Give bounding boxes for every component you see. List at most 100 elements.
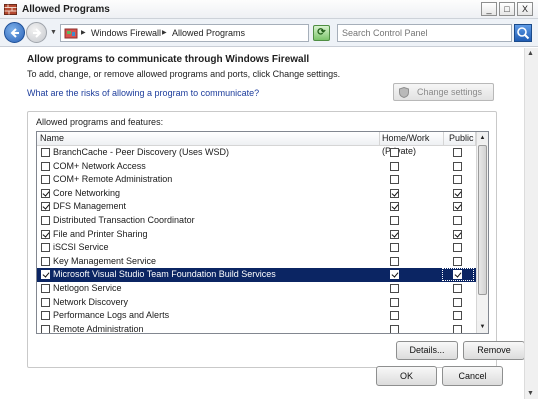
program-name: Performance Logs and Alerts: [53, 310, 170, 321]
main-content: Allow programs to communicate through Wi…: [0, 48, 525, 399]
table-row[interactable]: Distributed Transaction Coordinator: [37, 214, 476, 228]
search-button[interactable]: [514, 24, 532, 42]
home-work-checkbox[interactable]: [390, 297, 399, 307]
scroll-up-arrow[interactable]: ▲: [477, 132, 488, 144]
home-work-checkbox[interactable]: [390, 215, 399, 225]
home-work-checkbox[interactable]: [390, 270, 399, 280]
details-button[interactable]: Details...: [396, 341, 458, 360]
cancel-button[interactable]: Cancel: [442, 366, 503, 386]
public-checkbox[interactable]: [453, 215, 462, 225]
enabled-checkbox[interactable]: [41, 202, 50, 212]
enabled-checkbox[interactable]: [41, 270, 50, 280]
public-checkbox[interactable]: [453, 283, 462, 293]
enabled-checkbox[interactable]: [41, 188, 50, 198]
public-checkbox[interactable]: [453, 161, 462, 171]
change-settings-button[interactable]: Change settings: [393, 83, 494, 101]
public-checkbox[interactable]: [453, 148, 462, 157]
home-work-checkbox[interactable]: [390, 229, 399, 239]
change-settings-label: Change settings: [416, 87, 483, 97]
public-checkbox[interactable]: [453, 297, 462, 307]
search-icon: [517, 27, 530, 40]
program-name: Microsoft Visual Studio Team Foundation …: [53, 269, 276, 280]
chevron-right-icon: ▶: [81, 30, 86, 36]
enabled-checkbox[interactable]: [41, 283, 50, 293]
forward-button[interactable]: [26, 22, 47, 43]
remove-button[interactable]: Remove: [463, 341, 525, 360]
window-title: Allowed Programs: [22, 4, 110, 15]
table-row[interactable]: File and Printer Sharing: [37, 228, 476, 242]
allowed-programs-group: Allowed programs and features: Name Home…: [27, 111, 525, 368]
column-header-name[interactable]: Name: [37, 132, 380, 146]
public-checkbox[interactable]: [453, 243, 462, 253]
home-work-checkbox[interactable]: [390, 188, 399, 198]
program-name: Key Management Service: [53, 255, 157, 266]
home-work-checkbox[interactable]: [390, 256, 399, 266]
column-header-public[interactable]: Public: [444, 132, 476, 146]
public-checkbox[interactable]: [453, 229, 462, 239]
refresh-button[interactable]: ⟳: [313, 25, 330, 41]
public-checkbox[interactable]: [453, 324, 462, 333]
home-work-checkbox[interactable]: [390, 311, 399, 321]
risks-link[interactable]: What are the risks of allowing a program…: [27, 88, 259, 98]
home-work-checkbox[interactable]: [390, 243, 399, 253]
breadcrumb-windows-firewall[interactable]: Windows Firewall: [91, 28, 161, 38]
home-work-checkbox[interactable]: [390, 202, 399, 212]
table-row[interactable]: Netlogon Service: [37, 282, 476, 296]
title-bar: Allowed Programs _ □ X: [0, 0, 538, 19]
enabled-checkbox[interactable]: [41, 229, 50, 239]
table-row[interactable]: Key Management Service: [37, 255, 476, 269]
window-scrollbar[interactable]: ▲ ▼: [524, 48, 538, 399]
home-work-checkbox[interactable]: [390, 175, 399, 185]
table-row[interactable]: COM+ Network Access: [37, 160, 476, 174]
table-row[interactable]: Core Networking: [37, 187, 476, 201]
public-checkbox[interactable]: [453, 270, 462, 280]
minimize-button[interactable]: _: [481, 2, 497, 16]
table-row[interactable]: iSCSI Service: [37, 241, 476, 255]
public-checkbox[interactable]: [453, 175, 462, 185]
shield-icon: [399, 87, 409, 98]
public-checkbox[interactable]: [453, 202, 462, 212]
enabled-checkbox[interactable]: [41, 215, 50, 225]
enabled-checkbox[interactable]: [41, 311, 50, 321]
table-row[interactable]: BranchCache - Peer Discovery (Uses WSD): [37, 146, 476, 160]
enabled-checkbox[interactable]: [41, 148, 50, 157]
recent-pages-dropdown[interactable]: ▼: [50, 29, 57, 36]
scroll-thumb[interactable]: [478, 145, 487, 295]
chevron-right-icon: ▶: [162, 30, 167, 36]
enabled-checkbox[interactable]: [41, 297, 50, 307]
table-row[interactable]: COM+ Remote Administration: [37, 173, 476, 187]
public-checkbox[interactable]: [453, 256, 462, 266]
breadcrumb-allowed-programs[interactable]: Allowed Programs: [172, 28, 245, 38]
public-checkbox[interactable]: [453, 311, 462, 321]
program-name: File and Printer Sharing: [53, 228, 148, 239]
ok-button[interactable]: OK: [376, 366, 437, 386]
public-checkbox[interactable]: [453, 188, 462, 198]
enabled-checkbox[interactable]: [41, 161, 50, 171]
list-scrollbar[interactable]: ▲ ▼: [476, 132, 488, 333]
table-row[interactable]: Performance Logs and Alerts: [37, 309, 476, 323]
scroll-down-arrow[interactable]: ▼: [477, 321, 488, 333]
enabled-checkbox[interactable]: [41, 256, 50, 266]
program-name: Network Discovery: [53, 296, 129, 307]
scroll-down-arrow[interactable]: ▼: [527, 390, 534, 397]
maximize-button[interactable]: □: [499, 2, 515, 16]
page-description: To add, change, or remove allowed progra…: [27, 69, 341, 79]
programs-list[interactable]: Name Home/Work (Private) Public BranchCa…: [36, 131, 489, 334]
back-button[interactable]: [4, 22, 25, 43]
scroll-up-arrow[interactable]: ▲: [527, 50, 534, 57]
home-work-checkbox[interactable]: [390, 148, 399, 157]
enabled-checkbox[interactable]: [41, 243, 50, 253]
home-work-checkbox[interactable]: [390, 324, 399, 333]
enabled-checkbox[interactable]: [41, 324, 50, 333]
close-button[interactable]: X: [517, 2, 533, 16]
table-row[interactable]: Remote Administration: [37, 323, 476, 333]
home-work-checkbox[interactable]: [390, 161, 399, 171]
table-row[interactable]: Microsoft Visual Studio Team Foundation …: [37, 268, 476, 282]
column-header-home[interactable]: Home/Work (Private): [380, 132, 444, 156]
search-input[interactable]: [337, 24, 512, 42]
table-row[interactable]: DFS Management: [37, 200, 476, 214]
enabled-checkbox[interactable]: [41, 175, 50, 185]
breadcrumb[interactable]: ▶ Windows Firewall ▶ Allowed Programs ▼: [60, 24, 358, 42]
table-row[interactable]: Network Discovery: [37, 296, 476, 310]
home-work-checkbox[interactable]: [390, 283, 399, 293]
